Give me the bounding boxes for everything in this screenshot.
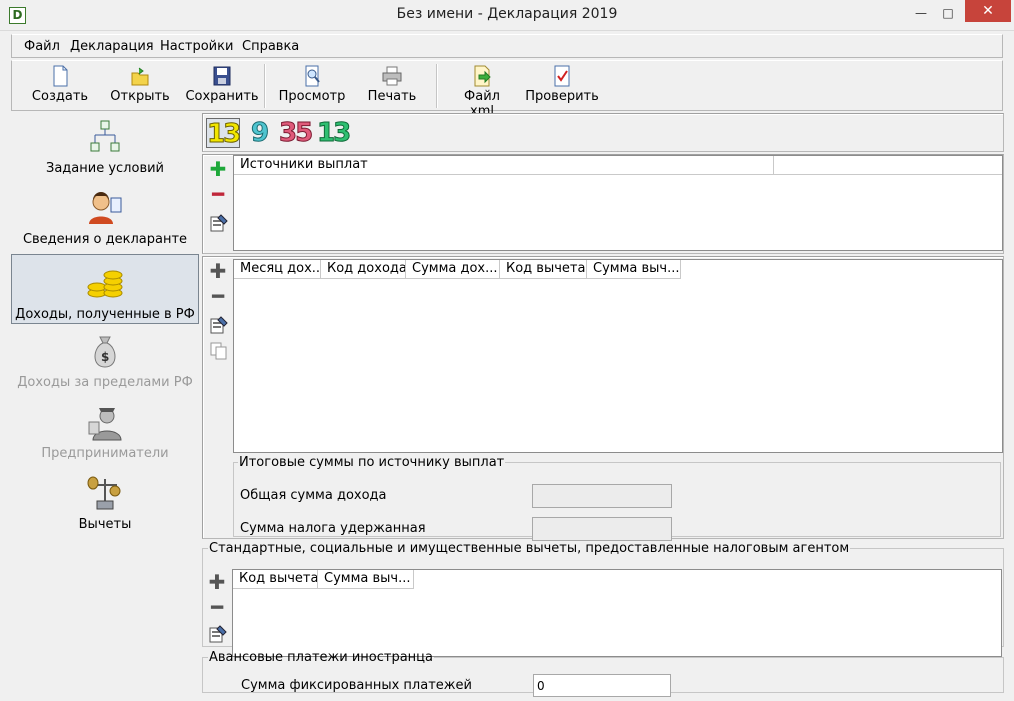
close-button[interactable]: ✕ <box>965 0 1011 22</box>
sidebar-item-label: Доходы за пределами РФ <box>17 375 193 390</box>
open-folder-icon <box>131 67 149 86</box>
sidebar-item-declarant[interactable]: Сведения о декларанте <box>11 188 199 258</box>
save-button[interactable]: Сохранить <box>184 65 260 109</box>
total-income-field[interactable] <box>532 484 672 508</box>
column-header-month[interactable]: Месяц дох... <box>234 260 321 279</box>
sources-grid[interactable]: Источники выплат <box>233 155 1003 251</box>
money-bag-icon: $ <box>94 336 116 368</box>
save-label: Сохранить <box>185 89 259 104</box>
column-header-income-sum[interactable]: Сумма дох... <box>406 260 500 279</box>
column-header-income-code[interactable]: Код дохода <box>321 260 406 279</box>
magnifier-document-icon <box>305 65 320 87</box>
tab-rate-9[interactable]: 9 <box>251 118 273 149</box>
tab-rate-13[interactable]: 13 <box>206 118 242 150</box>
tax-withheld-field[interactable] <box>532 517 672 541</box>
flowchart-icon <box>90 120 120 152</box>
sidebar-item-entrepreneurs[interactable]: Предприниматели <box>11 402 199 472</box>
toolbar: Создать Открыть Сохранить Просмотр Печат… <box>11 60 1003 119</box>
copy-income-button[interactable] <box>209 341 229 361</box>
maximize-button[interactable]: □ <box>939 7 957 21</box>
sidebar-item-deductions[interactable]: Вычеты <box>11 473 199 543</box>
sources-panel: ✚ ━ Источники выплат <box>202 154 1004 254</box>
add-income-button[interactable]: ✚ <box>208 261 228 282</box>
toolbar-separator <box>436 64 438 108</box>
edit-source-button[interactable] <box>209 213 229 233</box>
add-deduction-button[interactable]: ✚ <box>207 572 227 593</box>
tax-withheld-label: Сумма налога удержанная <box>240 521 426 536</box>
title-bar: D Без имени - Декларация 2019 — □ ✕ <box>0 0 1014 31</box>
menu-help[interactable]: Справка <box>242 39 299 54</box>
create-button[interactable]: Создать <box>28 65 92 109</box>
menu-declaration[interactable]: Декларация <box>70 39 154 54</box>
column-header-deduction-code[interactable]: Код вычета <box>500 260 587 279</box>
remove-source-button[interactable]: ━ <box>208 184 228 205</box>
printer-icon <box>382 66 402 86</box>
sidebar-item-label: Доходы, полученные в РФ <box>15 307 195 322</box>
sidebar-item-label: Вычеты <box>78 517 132 532</box>
fixed-payments-input[interactable] <box>533 674 671 697</box>
column-header-empty <box>774 156 1002 175</box>
income-panel: ✚ ━ Месяц дох... Код дохода Сумма дох...… <box>202 256 1004 541</box>
column-header-deduction-code[interactable]: Код вычета <box>233 570 318 589</box>
sidebar-item-label: Предприниматели <box>41 446 169 461</box>
check-label: Проверить <box>525 89 599 104</box>
deductions-grid[interactable]: Код вычета Сумма выч... <box>232 569 1002 657</box>
total-income-label: Общая сумма дохода <box>240 488 387 503</box>
column-header-deduction-sum[interactable]: Сумма выч... <box>587 260 681 279</box>
sidebar-item-income-rf[interactable]: Доходы, полученные в РФ <box>11 254 199 324</box>
new-document-icon <box>53 65 68 87</box>
coins-icon <box>87 270 123 298</box>
totals-legend: Итоговые суммы по источнику выплат <box>239 455 505 470</box>
minimize-button[interactable]: — <box>912 7 930 21</box>
export-xml-icon <box>474 65 491 87</box>
toolbar-separator <box>264 64 266 108</box>
scales-icon <box>87 476 121 510</box>
open-label: Открыть <box>110 89 170 104</box>
sidebar: Задание условий Сведения о декларанте До… <box>11 113 199 693</box>
edit-deduction-button[interactable] <box>208 624 228 644</box>
businessman-icon <box>88 408 122 441</box>
income-grid[interactable]: Месяц дох... Код дохода Сумма дох... Код… <box>233 259 1003 453</box>
check-button[interactable]: Проверить <box>524 65 600 109</box>
deductions-legend: Стандартные, социальные и имущественные … <box>209 541 850 556</box>
rate-tabs: 13 9 35 13 <box>202 113 1004 152</box>
totals-group: Итоговые суммы по источнику выплат Общая… <box>233 455 1001 541</box>
sidebar-item-label: Сведения о декларанте <box>22 232 188 247</box>
edit-income-button[interactable] <box>209 315 229 335</box>
menu-bar: Файл Декларация Настройки Справка <box>11 34 1003 58</box>
advance-legend: Авансовые платежи иностранца <box>209 650 433 665</box>
print-label: Печать <box>367 89 417 104</box>
menu-file[interactable]: Файл <box>24 39 60 54</box>
tab-rate-13-nonresident[interactable]: 13 <box>317 118 352 149</box>
deductions-group: Стандартные, социальные и имущественные … <box>202 541 1004 657</box>
preview-label: Просмотр <box>278 89 346 104</box>
open-button[interactable]: Открыть <box>108 65 172 109</box>
preview-button[interactable]: Просмотр <box>276 65 348 109</box>
advance-payments-group: Авансовые платежи иностранца Сумма фикси… <box>202 650 1004 697</box>
sidebar-item-income-abroad[interactable]: $ Доходы за пределами РФ <box>11 331 199 401</box>
sidebar-item-conditions[interactable]: Задание условий <box>11 117 199 187</box>
remove-deduction-button[interactable]: ━ <box>207 597 227 618</box>
window-title: Без имени - Декларация 2019 <box>396 6 618 22</box>
checklist-icon <box>554 65 570 87</box>
floppy-disk-icon <box>213 66 231 86</box>
sidebar-item-label: Задание условий <box>46 161 164 176</box>
print-button[interactable]: Печать <box>362 65 422 109</box>
column-header-sources[interactable]: Источники выплат <box>234 156 774 175</box>
person-icon <box>89 192 122 224</box>
remove-income-button[interactable]: ━ <box>208 286 228 307</box>
tab-rate-35[interactable]: 35 <box>279 118 315 149</box>
svg-text:$: $ <box>101 350 109 364</box>
xml-file-button[interactable]: Файл xml <box>450 65 514 119</box>
add-source-button[interactable]: ✚ <box>208 159 228 180</box>
column-header-deduction-sum[interactable]: Сумма выч... <box>318 570 414 589</box>
create-label: Создать <box>31 89 89 104</box>
fixed-payments-label: Сумма фиксированных платежей <box>241 678 472 693</box>
menu-settings[interactable]: Настройки <box>160 39 233 54</box>
